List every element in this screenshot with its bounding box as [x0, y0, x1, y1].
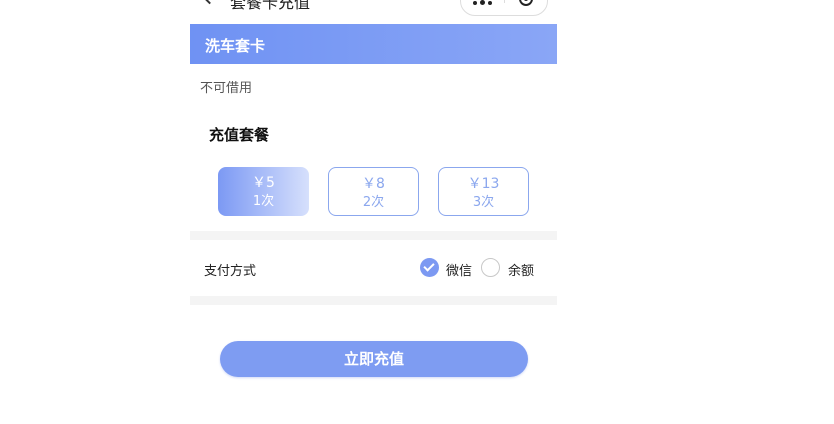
package-price: ￥13: [467, 176, 500, 192]
payment-method-label: 支付方式: [204, 264, 257, 279]
mini-program-capsule: [460, 0, 548, 16]
wechat-radio[interactable]: [420, 258, 439, 277]
balance-label[interactable]: 余额: [508, 260, 534, 279]
wechat-label[interactable]: 微信: [446, 260, 472, 279]
package-count: 2次: [362, 195, 385, 210]
package-option-2[interactable]: ￥8 2次: [328, 167, 419, 216]
package-option-3[interactable]: ￥13 3次: [438, 167, 529, 216]
section-divider: [190, 231, 557, 240]
capsule-close-icon[interactable]: [519, 0, 533, 6]
page-title: 套餐卡充值: [230, 0, 311, 12]
card-description: 不可借用: [200, 81, 253, 96]
package-price: ￥5: [252, 175, 275, 191]
chevron-left-icon[interactable]: [201, 0, 218, 5]
recharge-button[interactable]: 立即充值: [220, 341, 528, 377]
package-count: 3次: [472, 195, 495, 210]
nav-bar: 套餐卡充值: [190, 0, 557, 24]
card-title: 洗车套卡: [205, 37, 266, 55]
recharge-page: 套餐卡充值 洗车套卡 不可借用 充值套餐 ￥5 1次 ￥8 2次 ￥13 3次 …: [190, 0, 557, 424]
card-header: 洗车套卡: [190, 24, 557, 64]
balance-radio[interactable]: [481, 258, 500, 277]
package-price: ￥8: [362, 176, 385, 192]
package-count: 1次: [252, 194, 275, 209]
more-dots-icon[interactable]: [473, 0, 493, 7]
section-divider: [190, 296, 557, 305]
capsule-divider: [504, 0, 505, 3]
package-option-1[interactable]: ￥5 1次: [218, 167, 309, 216]
packages-title: 充值套餐: [209, 126, 270, 144]
